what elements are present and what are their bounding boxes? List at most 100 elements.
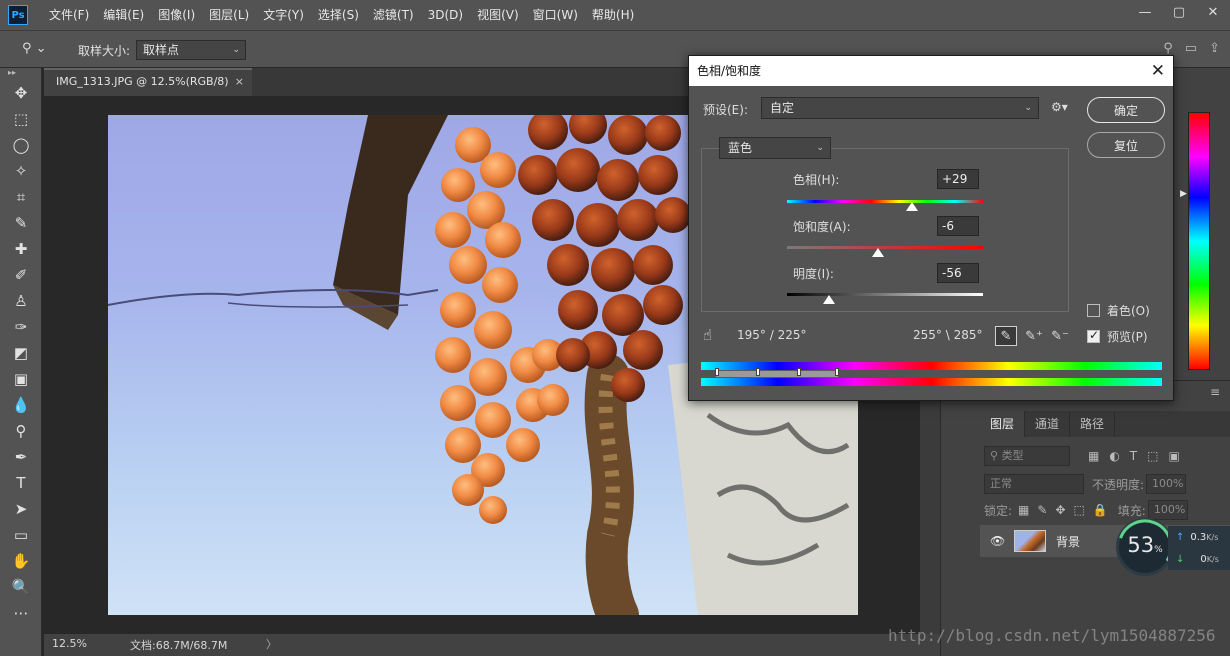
path-selection-tool-icon[interactable]: ➤ — [0, 496, 42, 522]
output-color-bar — [701, 378, 1162, 386]
zoom-level-field[interactable]: 12.5% — [52, 637, 87, 650]
menu-filter[interactable]: 滤镜(T) — [366, 0, 421, 30]
colorize-checkbox[interactable] — [1087, 304, 1100, 317]
tab-paths[interactable]: 路径 — [1070, 411, 1116, 437]
move-tool-icon[interactable]: ✥ — [0, 80, 42, 106]
close-window-button[interactable]: ✕ — [1196, 0, 1230, 24]
history-brush-tool-icon[interactable]: ✑ — [0, 314, 42, 340]
pen-tool-icon[interactable]: ✒ — [0, 444, 42, 470]
eyedropper-icon[interactable]: ✎ — [995, 326, 1017, 346]
crop-tool-icon[interactable]: ⌗ — [0, 184, 42, 210]
lightness-slider-thumb[interactable] — [823, 295, 835, 304]
eyedropper-plus-icon[interactable]: ✎⁺ — [1023, 326, 1045, 346]
menu-file[interactable]: 文件(F) — [42, 0, 96, 30]
dialog-title: 色相/饱和度 — [697, 64, 762, 78]
window-controls: — ▢ ✕ — [1128, 0, 1230, 30]
menu-3d[interactable]: 3D(D) — [421, 0, 470, 30]
healing-brush-tool-icon[interactable]: ✚ — [0, 236, 42, 262]
filter-icons[interactable]: ▦◐T⬚▣ — [1088, 449, 1190, 463]
chevron-down-icon: ⌄ — [816, 143, 824, 153]
dialog-close-icon[interactable]: ✕ — [1151, 56, 1165, 86]
marquee-tool-icon[interactable]: ⬚ — [0, 106, 42, 132]
visibility-eye-icon[interactable]: 👁 — [990, 534, 1005, 548]
brush-tool-icon[interactable]: ✐ — [0, 262, 42, 288]
targeted-adjustment-hand-icon[interactable]: ☝ — [703, 326, 712, 344]
opacity-field[interactable]: 100% — [1146, 474, 1187, 494]
rectangle-tool-icon[interactable]: ▭ — [0, 522, 42, 548]
options-right-icons: ⚲ ▭ ⇪ — [1163, 41, 1220, 56]
gauge-arc-icon — [1117, 519, 1173, 575]
gradient-tool-icon[interactable]: ▣ — [0, 366, 42, 392]
tab-channels[interactable]: 通道 — [1025, 411, 1071, 437]
panel-menu-icon[interactable]: ≡ — [1210, 385, 1220, 399]
range-handle-1[interactable] — [715, 368, 719, 376]
menu-layer[interactable]: 图层(L) — [202, 0, 256, 30]
menu-window[interactable]: 窗口(W) — [526, 0, 585, 30]
chevron-down-icon: ⌄ — [232, 45, 240, 55]
minimize-button[interactable]: — — [1128, 0, 1162, 24]
layer-kind-filter[interactable]: ⚲ 类型 — [984, 446, 1070, 466]
document-tab[interactable]: IMG_1313.JPG @ 12.5%(RGB/8) × — [44, 68, 252, 96]
fill-field[interactable]: 100% — [1147, 500, 1188, 520]
maximize-button[interactable]: ▢ — [1162, 0, 1196, 24]
menu-select[interactable]: 选择(S) — [311, 0, 366, 30]
range-handle-4[interactable] — [835, 368, 839, 376]
range-handle-2[interactable] — [756, 368, 760, 376]
color-range-bar[interactable] — [715, 370, 839, 378]
hand-tool-icon[interactable]: ✋ — [0, 548, 42, 574]
zoom-tool-icon[interactable]: 🔍 — [0, 574, 42, 600]
eyedropper-tool-icon[interactable]: ✎ — [0, 210, 42, 236]
menu-edit[interactable]: 编辑(E) — [96, 0, 151, 30]
range-handle-3[interactable] — [797, 368, 801, 376]
saturation-slider-thumb[interactable] — [872, 248, 884, 257]
document-tab-title: IMG_1313.JPG @ 12.5%(RGB/8) — [56, 75, 229, 88]
lasso-tool-icon[interactable]: ◯ — [0, 132, 42, 158]
channel-select[interactable]: 蓝色 ⌄ — [719, 137, 831, 159]
ok-button[interactable]: 确定 — [1087, 97, 1165, 123]
clone-stamp-tool-icon[interactable]: ♙ — [0, 288, 42, 314]
menu-help[interactable]: 帮助(H) — [585, 0, 641, 30]
menu-image[interactable]: 图像(I) — [151, 0, 202, 30]
share-icon[interactable]: ⇪ — [1209, 41, 1220, 56]
preset-select[interactable]: 自定 ⌄ — [761, 97, 1039, 119]
more-tools-icon[interactable]: ⋯ — [0, 600, 42, 626]
blend-mode-select[interactable]: 正常 — [984, 474, 1084, 494]
blur-tool-icon[interactable]: 💧 — [0, 392, 42, 418]
menu-type[interactable]: 文字(Y) — [256, 0, 311, 30]
color-spectrum-slider[interactable] — [1188, 112, 1210, 370]
dialog-title-bar[interactable]: 色相/饱和度 ✕ — [689, 56, 1173, 86]
watermark-text: http://blog.csdn.net/lym1504887256 — [888, 626, 1216, 645]
saturation-slider[interactable] — [787, 246, 983, 249]
sample-size-select[interactable]: 取样点 ⌄ — [136, 40, 246, 60]
lightness-label: 明度(I): — [793, 267, 834, 281]
toolbar-grip-icon[interactable]: ▸▸ — [0, 68, 41, 80]
lightness-slider[interactable] — [787, 293, 983, 296]
close-tab-icon[interactable]: × — [235, 70, 244, 94]
preview-checkbox[interactable] — [1087, 328, 1100, 343]
saturation-label: 饱和度(A): — [793, 220, 851, 234]
status-menu-arrow-icon[interactable]: 〉 — [266, 636, 277, 652]
workspace-icon[interactable]: ▭ — [1185, 41, 1197, 56]
eyedropper-tool-preset-icon[interactable]: ⚲ ⌄ — [22, 41, 62, 59]
dodge-tool-icon[interactable]: ⚲ — [0, 418, 42, 444]
type-tool-icon[interactable]: T — [0, 470, 42, 496]
lock-icons[interactable]: ▦✎✥⬚🔒 — [1018, 503, 1116, 517]
lightness-input[interactable]: -56 — [937, 263, 979, 283]
hue-slider-thumb[interactable] — [906, 202, 918, 211]
eyedropper-minus-icon[interactable]: ✎⁻ — [1049, 326, 1071, 346]
hue-input[interactable]: +29 — [937, 169, 979, 189]
search-icon[interactable]: ⚲ — [1163, 41, 1173, 56]
upload-rate: ↑ 0.3 K/s — [1176, 531, 1219, 543]
magic-wand-tool-icon[interactable]: ✧ — [0, 158, 42, 184]
reset-button[interactable]: 复位 — [1087, 132, 1165, 158]
saturation-input[interactable]: -6 — [937, 216, 979, 236]
spectrum-marker-icon[interactable]: ▶ — [1180, 189, 1187, 199]
lock-label: 锁定: — [984, 503, 1013, 518]
status-bar: 12.5% 文档:68.7M/68.7M 〉 — [44, 634, 940, 656]
preset-options-gear-icon[interactable]: ⚙▾ — [1051, 100, 1068, 114]
hue-slider[interactable] — [787, 200, 983, 203]
menu-view[interactable]: 视图(V) — [470, 0, 526, 30]
preview-label: 预览(P) — [1107, 330, 1148, 344]
tab-layers[interactable]: 图层 — [980, 411, 1026, 437]
eraser-tool-icon[interactable]: ◩ — [0, 340, 42, 366]
